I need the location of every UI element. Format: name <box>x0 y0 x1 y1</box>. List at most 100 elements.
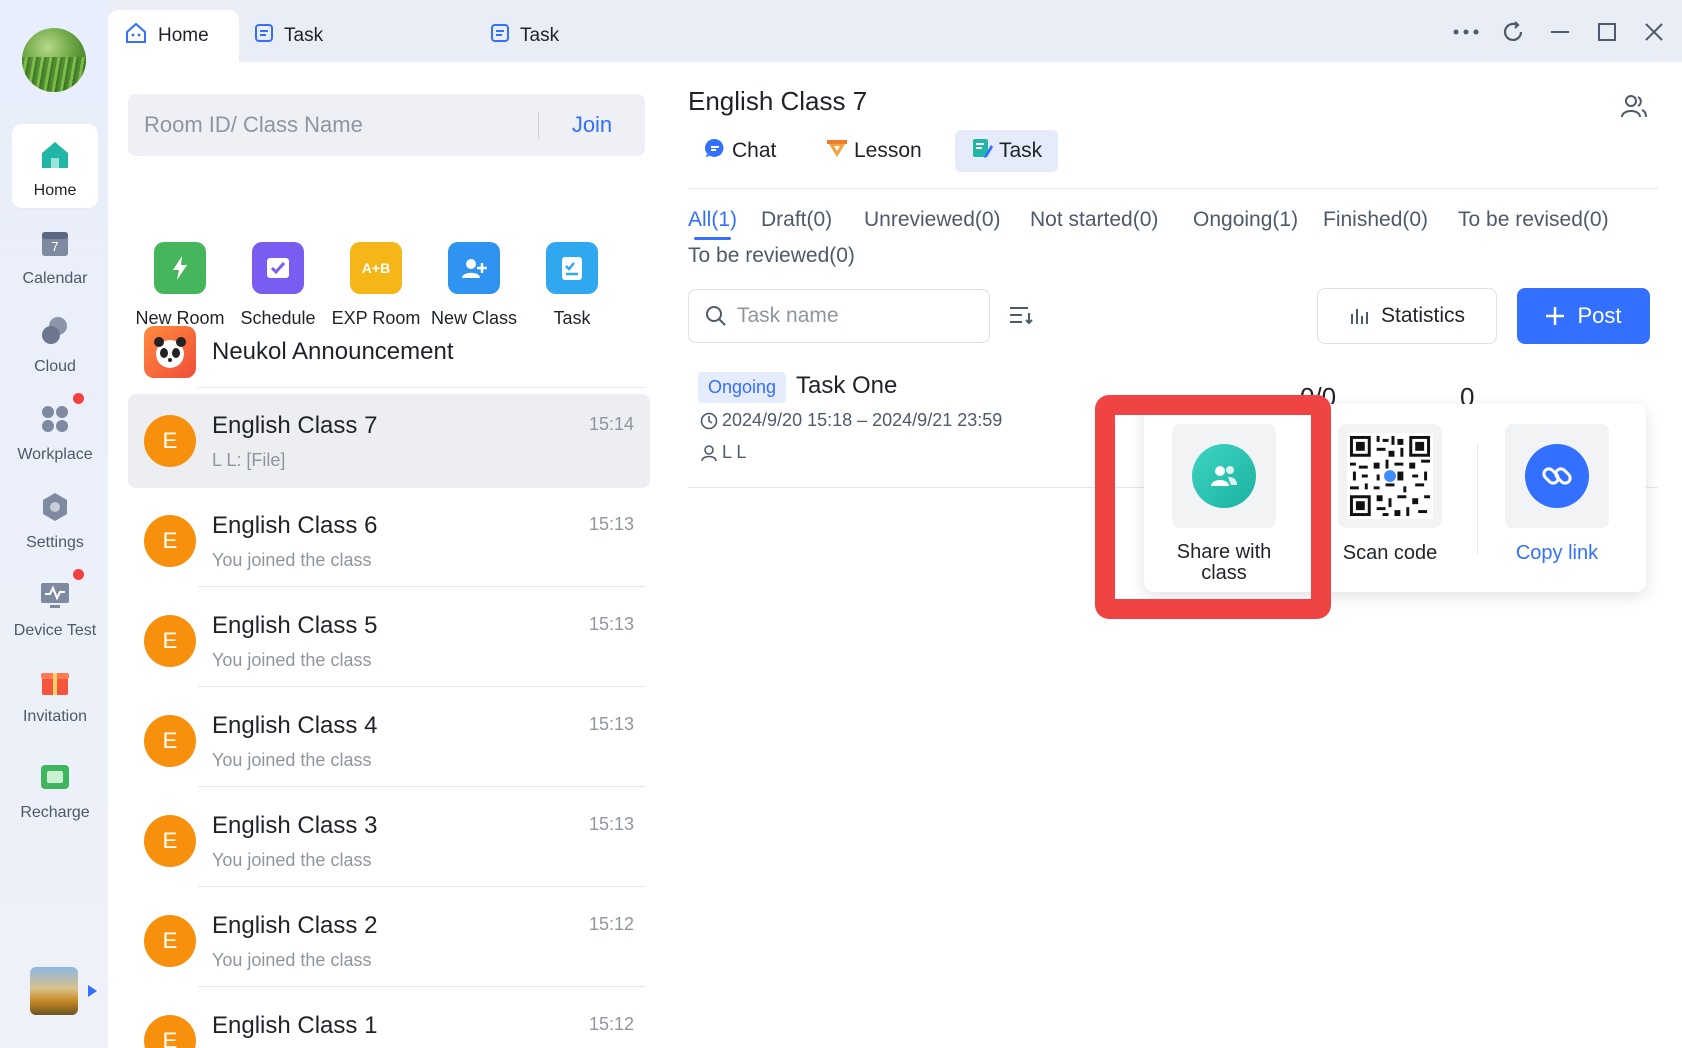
sidebar-item-label: Settings <box>26 534 84 551</box>
conversation-time: 15:12 <box>588 1014 634 1034</box>
device-test-icon <box>38 569 84 612</box>
task-tab-icon <box>254 23 274 49</box>
tab-task-1[interactable]: Task <box>254 10 323 62</box>
settings-icon <box>38 490 72 524</box>
conversation-item-english-class-4[interactable]: E English Class 4 You joined the class 1… <box>128 694 650 788</box>
share-class-icon <box>1192 444 1256 508</box>
filter-finished[interactable]: Finished(0) <box>1323 208 1428 232</box>
conversation-name: English Class 6 <box>212 512 378 539</box>
qr-code-icon <box>1338 424 1442 528</box>
conversation-item-english-class-6[interactable]: E English Class 6 You joined the class 1… <box>128 494 650 588</box>
room-id-input[interactable] <box>128 112 538 138</box>
conversation-item-english-class-1[interactable]: E English Class 1 15:12 <box>128 994 650 1048</box>
maximize-icon[interactable] <box>1591 16 1623 48</box>
sidebar-item-cloud[interactable]: Cloud <box>12 300 98 384</box>
sidebar-item-calendar[interactable]: 7 Calendar <box>12 212 98 296</box>
conversation-name: English Class 5 <box>212 612 378 639</box>
tab-label: Task <box>284 25 324 46</box>
home-icon <box>38 138 72 172</box>
share-with-class-option[interactable]: Share with class <box>1144 424 1304 584</box>
filter-ongoing[interactable]: Ongoing(1) <box>1193 208 1298 232</box>
minimize-icon[interactable] <box>1544 16 1576 48</box>
task-edit-icon <box>971 137 993 165</box>
scan-code-option[interactable]: Scan code <box>1310 424 1470 565</box>
secondary-avatar[interactable] <box>30 967 78 1015</box>
lesson-icon <box>826 137 848 165</box>
share-popover: Share with class Scan code Copy link <box>1144 404 1646 592</box>
statistics-button[interactable]: Statistics <box>1317 288 1497 344</box>
conversation-time: 15:13 <box>588 714 634 734</box>
class-avatar: E <box>144 1015 196 1048</box>
task-search <box>688 289 990 343</box>
tab-chat[interactable]: Chat <box>688 130 792 172</box>
close-icon[interactable] <box>1638 16 1670 48</box>
more-options-icon[interactable] <box>1450 16 1482 48</box>
class-avatar: E <box>144 515 196 567</box>
post-button[interactable]: Post <box>1517 288 1650 344</box>
sidebar-item-label: Calendar <box>22 270 88 287</box>
conversation-name: English Class 4 <box>212 712 378 739</box>
new-room-icon <box>154 242 206 294</box>
clock-icon <box>700 412 718 430</box>
tab-label: Lesson <box>854 139 922 162</box>
sidebar-item-label: Invitation <box>22 708 88 725</box>
conversation-preview: You joined the class <box>212 650 372 670</box>
conversation-preview: You joined the class <box>212 850 372 870</box>
filter-draft[interactable]: Draft(0) <box>761 208 832 232</box>
sort-icon[interactable] <box>1008 303 1034 332</box>
filter-to-be-revised[interactable]: To be revised(0) <box>1458 208 1609 232</box>
conversation-name: English Class 7 <box>212 412 378 439</box>
sidebar-item-home[interactable]: Home <box>12 124 98 208</box>
task-search-input[interactable] <box>737 304 977 328</box>
exp-badge: A+B <box>361 260 391 276</box>
gift-icon <box>38 664 72 698</box>
conversation-item-english-class-7[interactable]: E English Class 7 L L: [File] 15:14 <box>128 394 650 488</box>
task-tab-icon <box>490 23 510 49</box>
tab-task-2[interactable]: Task <box>490 10 559 62</box>
link-tile <box>1505 424 1609 528</box>
home-tab-icon <box>124 21 148 51</box>
window-tab-bar: Home Task Task <box>108 0 1682 62</box>
tab-lesson[interactable]: Lesson <box>810 130 938 172</box>
workplace-icon <box>38 393 84 436</box>
class-avatar: E <box>144 615 196 667</box>
conversation-item-english-class-3[interactable]: E English Class 3 You joined the class 1… <box>128 794 650 888</box>
tab-home[interactable]: Home <box>108 10 239 62</box>
calendar-date: 7 <box>51 239 59 254</box>
filter-not-started[interactable]: Not started(0) <box>1030 208 1158 232</box>
sidebar-item-device-test[interactable]: Device Test <box>12 564 98 648</box>
user-avatar[interactable] <box>22 28 86 92</box>
members-icon[interactable] <box>1620 92 1648 125</box>
tab-label: Task <box>520 25 560 46</box>
sidebar-item-label: Workplace <box>17 446 93 463</box>
refresh-icon[interactable] <box>1497 16 1529 48</box>
conversation-preview: You joined the class <box>212 950 372 970</box>
tab-task[interactable]: Task <box>955 130 1059 172</box>
share-option-label: Share with class <box>1176 541 1272 584</box>
divider <box>198 387 645 388</box>
sidebar-item-workplace[interactable]: Workplace <box>12 388 98 472</box>
filter-to-be-reviewed[interactable]: To be reviewed(0) <box>688 244 855 268</box>
expand-arrow-icon[interactable] <box>88 985 97 997</box>
class-avatar: E <box>144 715 196 767</box>
notification-dot <box>73 393 84 404</box>
sidebar-item-invitation[interactable]: Invitation <box>12 650 98 734</box>
class-avatar: E <box>144 415 196 467</box>
share-option-label: Copy link <box>1515 542 1599 564</box>
join-button[interactable]: Join <box>539 112 645 138</box>
announcement-item[interactable]: Neukol Announcement <box>128 314 645 390</box>
sidebar-item-recharge[interactable]: Recharge <box>12 746 98 830</box>
filter-unreviewed[interactable]: Unreviewed(0) <box>864 208 1001 232</box>
conversation-item-english-class-2[interactable]: E English Class 2 You joined the class 1… <box>128 894 650 988</box>
search-icon <box>705 305 727 327</box>
post-label: Post <box>1577 303 1622 328</box>
conversation-name: English Class 3 <box>212 812 378 839</box>
conversation-item-english-class-5[interactable]: E English Class 5 You joined the class 1… <box>128 594 650 688</box>
announcement-title: Neukol Announcement <box>212 338 454 365</box>
filter-all[interactable]: All(1) <box>688 208 737 240</box>
tab-label: Task <box>999 139 1043 162</box>
copy-link-option[interactable]: Copy link <box>1477 424 1637 565</box>
sidebar-item-settings[interactable]: Settings <box>12 476 98 560</box>
conversation-name: English Class 1 <box>212 1012 378 1039</box>
conversation-time: 15:13 <box>588 614 634 634</box>
